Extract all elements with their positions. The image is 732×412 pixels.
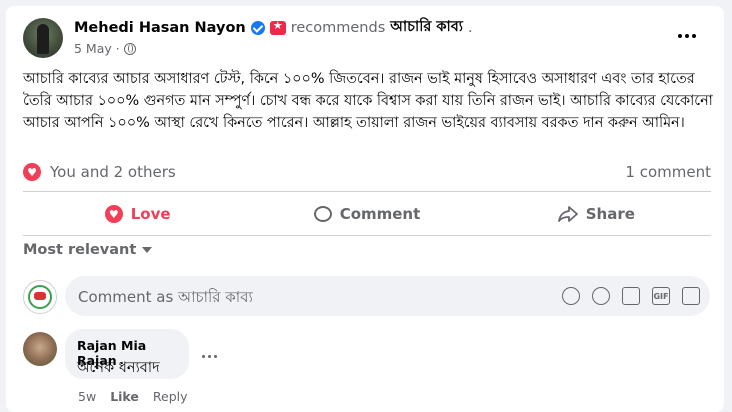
- comment-icon: [313, 206, 332, 222]
- sort-dropdown[interactable]: Most relevant: [23, 242, 153, 258]
- comment-button[interactable]: Comment: [252, 198, 481, 230]
- avatar-sticker-icon[interactable]: [562, 287, 580, 305]
- post-text: আচারি কাব্যের আচার অসাধারণ টেস্ট, কিনে ১…: [23, 71, 713, 131]
- page-suffix: .: [468, 20, 473, 36]
- share-icon: [557, 206, 578, 222]
- commenter-avatar[interactable]: [23, 332, 57, 366]
- comments-count[interactable]: 1 comment: [625, 163, 711, 181]
- share-label: Share: [585, 205, 635, 223]
- sticker-icon[interactable]: [682, 287, 700, 305]
- gif-icon[interactable]: GIF: [652, 287, 670, 305]
- comment-options-icon[interactable]: [202, 355, 217, 358]
- comment-text: অনেক ধন্যবাদ: [77, 360, 160, 376]
- more-options-icon[interactable]: [678, 30, 700, 42]
- post-header: Mehedi Hasan Nayon recommends আচারি কাব্…: [74, 18, 473, 38]
- action-bar: ♥ Love Comment Share: [23, 198, 711, 230]
- chevron-down-icon: [142, 247, 153, 253]
- comment-input[interactable]: Comment as আচারি কাব্য GIF: [65, 276, 710, 316]
- love-label: Love: [130, 205, 171, 223]
- emoji-icon[interactable]: [592, 287, 610, 305]
- camera-icon[interactable]: [622, 287, 640, 305]
- comment-input-placeholder: Comment as আচারি কাব্য: [78, 288, 253, 306]
- reactions-row: ♥ You and 2 others 1 comment: [23, 162, 711, 184]
- post-date[interactable]: 5 May: [74, 41, 112, 56]
- love-reaction-icon: ♥: [23, 163, 41, 181]
- page-avatar[interactable]: [23, 280, 57, 314]
- verified-badge-icon: [250, 21, 265, 35]
- reactions-summary[interactable]: You and 2 others: [50, 163, 176, 181]
- comment-label: Comment: [339, 205, 421, 223]
- recommends-label: recommends: [290, 20, 386, 36]
- comment-meta: 5w Like Reply: [78, 389, 188, 404]
- composer-tools: GIF: [562, 287, 700, 305]
- post-meta: 5 May ·: [74, 41, 136, 56]
- comment-bubble: Rajan Mia Rajan অনেক ধন্যবাদ: [65, 329, 189, 379]
- divider: [23, 235, 711, 236]
- comment-like-button[interactable]: Like: [110, 389, 139, 404]
- divider: [23, 191, 711, 192]
- globe-icon: [123, 42, 136, 55]
- author-avatar[interactable]: [23, 18, 63, 58]
- author-name[interactable]: Mehedi Hasan Nayon: [74, 20, 246, 36]
- recommends-icon: [269, 19, 286, 35]
- love-button[interactable]: ♥ Love: [23, 198, 252, 230]
- share-button[interactable]: Share: [482, 198, 711, 230]
- page-name-link[interactable]: আচারি কাব্য: [390, 16, 463, 40]
- heart-icon: ♥: [104, 205, 123, 223]
- post-card: Mehedi Hasan Nayon recommends আচারি কাব্…: [6, 6, 724, 412]
- meta-separator: ·: [115, 41, 120, 56]
- sort-label: Most relevant: [23, 242, 137, 258]
- comment-reply-button[interactable]: Reply: [153, 389, 188, 404]
- comment-age[interactable]: 5w: [78, 389, 96, 404]
